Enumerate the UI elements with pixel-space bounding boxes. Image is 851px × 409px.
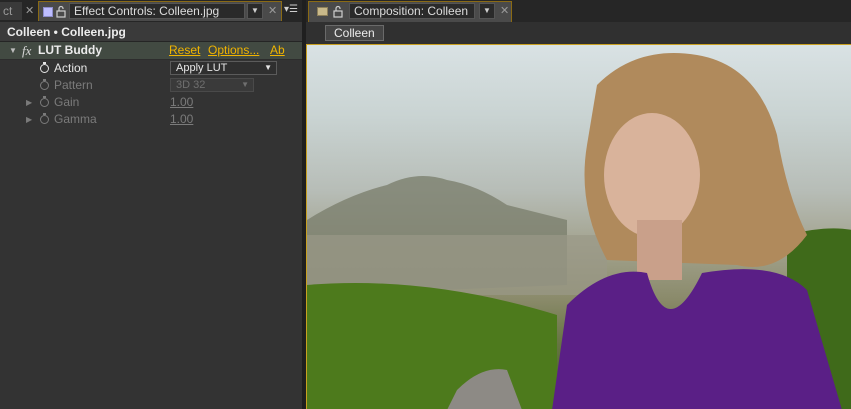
- lock-icon[interactable]: [333, 5, 343, 18]
- breadcrumb-button[interactable]: Colleen: [325, 25, 384, 41]
- stopwatch-icon: [40, 79, 49, 90]
- lock-icon[interactable]: [56, 5, 66, 18]
- gamma-value: 1.00: [170, 112, 194, 126]
- close-icon[interactable]: ✕: [268, 2, 277, 20]
- disclosure-triangle-icon[interactable]: ▶: [26, 94, 32, 111]
- property-row-gamma: ▶ Gamma 1.00: [0, 111, 302, 128]
- dropdown-arrow-icon: ▼: [241, 80, 249, 89]
- effect-row-lut-buddy[interactable]: ▼ fx LUT Buddy Reset Options... Ab: [0, 42, 302, 60]
- composition-viewer[interactable]: [306, 44, 851, 409]
- property-name: Pattern: [54, 78, 93, 92]
- property-row-action: Action Apply LUT ▼: [0, 60, 302, 77]
- pattern-select: 3D 32 ▼: [170, 78, 254, 92]
- tab-composition-label: Composition: Colleen: [349, 3, 475, 19]
- disclosure-triangle-icon[interactable]: ▼: [9, 42, 17, 59]
- left-tab-bar: ct ✕ Effect Controls: Colleen.jpg ▼ ✕ ▾☰: [0, 0, 302, 23]
- tab-composition[interactable]: Composition: Colleen ▼ ✕: [308, 1, 512, 22]
- action-select-value: Apply LUT: [176, 62, 228, 74]
- property-name: Gamma: [54, 112, 97, 126]
- right-tab-bar: Composition: Colleen ▼ ✕: [306, 0, 851, 23]
- gain-value: 1.00: [170, 95, 194, 109]
- tab-effect-controls[interactable]: Effect Controls: Colleen.jpg ▼ ✕: [38, 1, 282, 21]
- close-icon[interactable]: ✕: [25, 2, 34, 20]
- effect-controls-panel: ct ✕ Effect Controls: Colleen.jpg ▼ ✕ ▾☰…: [0, 0, 302, 409]
- stopwatch-icon: [40, 113, 49, 124]
- property-name: Gain: [54, 95, 80, 109]
- dropdown-arrow-icon: ▼: [264, 63, 272, 72]
- pattern-select-value: 3D 32: [176, 79, 206, 91]
- tab-project-stub[interactable]: ct: [0, 2, 22, 20]
- viewer-image: [307, 53, 851, 409]
- fx-icon[interactable]: fx: [22, 42, 31, 59]
- composition-breadcrumb-bar: Colleen: [306, 22, 851, 44]
- close-icon[interactable]: ✕: [500, 2, 509, 20]
- panel-menu-icon[interactable]: ▾☰: [281, 3, 301, 17]
- composition-icon: [317, 7, 328, 16]
- property-name: Action: [54, 61, 88, 75]
- property-row-gain: ▶ Gain 1.00: [0, 94, 302, 111]
- dropdown-arrow-icon[interactable]: ▼: [247, 3, 263, 19]
- effect-name: LUT Buddy: [38, 43, 102, 57]
- disclosure-triangle-icon[interactable]: ▶: [26, 111, 32, 128]
- action-select[interactable]: Apply LUT ▼: [170, 61, 277, 75]
- about-link[interactable]: Ab: [270, 42, 285, 59]
- dropdown-arrow-icon[interactable]: ▼: [479, 3, 495, 19]
- options-link[interactable]: Options...: [208, 42, 259, 59]
- tab-effect-controls-label: Effect Controls: Colleen.jpg: [69, 3, 245, 19]
- stopwatch-icon: [40, 96, 49, 107]
- stopwatch-icon[interactable]: [40, 62, 49, 73]
- composition-panel: Composition: Colleen ▼ ✕ Colleen: [306, 0, 851, 409]
- footage-swatch-icon: [43, 7, 53, 17]
- layer-title-text: Colleen • Colleen.jpg: [7, 25, 126, 39]
- tab-stub-label: ct: [3, 4, 13, 18]
- reset-link[interactable]: Reset: [169, 42, 200, 59]
- property-row-pattern: Pattern 3D 32 ▼: [0, 77, 302, 94]
- effect-controls-layer-title: Colleen • Colleen.jpg: [0, 22, 302, 42]
